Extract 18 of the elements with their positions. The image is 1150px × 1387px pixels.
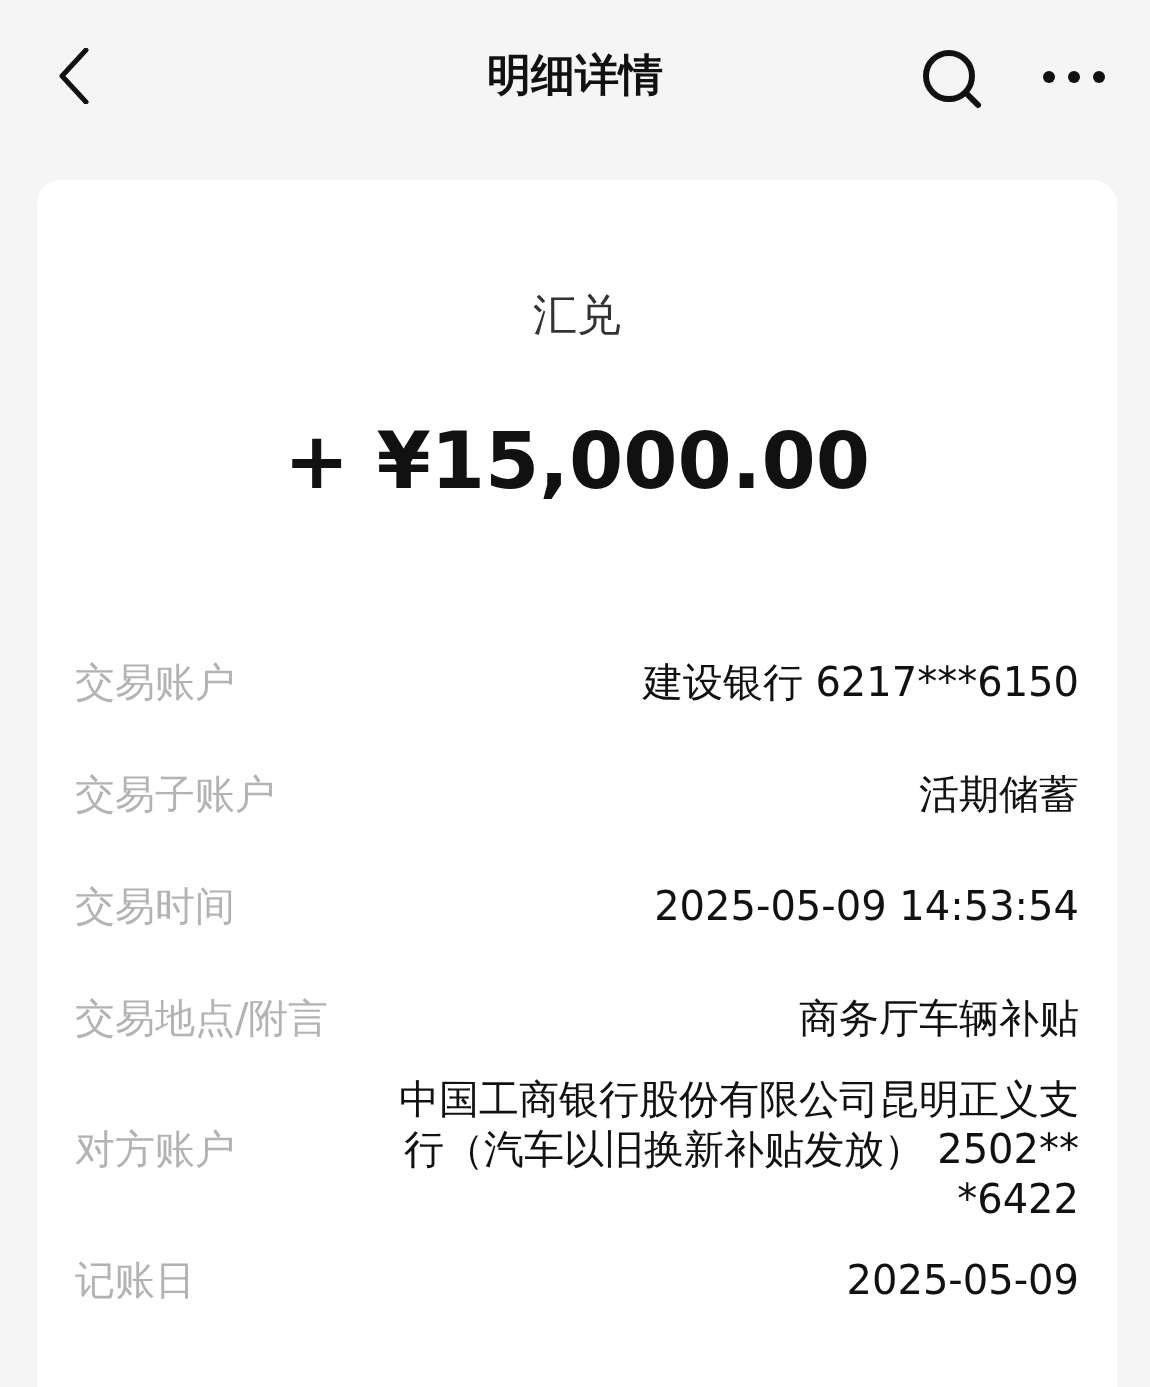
back-icon[interactable] — [58, 48, 90, 104]
page-title: 明细详情 — [487, 47, 663, 102]
detail-label: 记账日 — [75, 1255, 195, 1305]
detail-value: 建设银行 6217***6150 — [642, 658, 1079, 707]
search-icon[interactable] — [921, 48, 983, 110]
detail-label: 交易地点/附言 — [75, 993, 329, 1043]
detail-label: 交易时间 — [75, 881, 235, 931]
detail-label: 交易子账户 — [75, 769, 275, 819]
transaction-type: 汇兑 — [532, 290, 622, 340]
detail-value: 2025-05-09 14:53:54 — [654, 882, 1079, 931]
detail-value: 中国工商银行股份有限公司昆明正义支行（汽车以旧换新补贴发放） 2502***6422 — [398, 1075, 1079, 1224]
detail-label: 交易账户 — [75, 657, 235, 707]
amount: + ¥15,000.00 — [283, 416, 871, 506]
detail-label: 对方账户 — [75, 1124, 235, 1174]
detail-value: 商务厅车辆补贴 — [799, 994, 1079, 1043]
detail-value: 2025-05-09 — [846, 1256, 1079, 1305]
detail-value: 活期储蓄 — [919, 770, 1079, 819]
more-icon[interactable] — [1042, 70, 1106, 84]
